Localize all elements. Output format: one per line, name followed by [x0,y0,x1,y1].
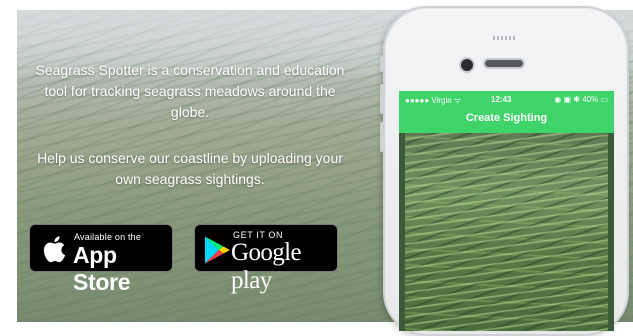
app-store-caption: Available on the [74,232,142,242]
hero-tagline: Seagrass Spotter is a conservation and e… [35,62,345,120]
status-time: 12:43 [491,95,512,104]
app-store-button[interactable]: Available on the App Store [29,224,173,295]
google-play-button[interactable]: GET IT ON Google play [194,224,338,294]
status-battery: ◉ ▣ ✱ 40% ▭ [554,95,608,104]
app-store-label: App Store [73,242,131,295]
status-carrier: ●●●●● Virgin ᯤ [405,96,462,105]
volume-down-button [380,122,384,152]
google-play-icon [205,236,230,264]
phone-mockup: ●●●●● Virgin ᯤ 12:43 ◉ ▣ ✱ 40% ▭ Create … [380,6,629,336]
apple-icon [43,236,66,263]
earpiece-speaker [485,60,523,67]
nav-title: Create Sighting [465,112,548,124]
phone-screen: ●●●●● Virgin ᯤ 12:43 ◉ ▣ ✱ 40% ▭ Create … [399,91,614,331]
status-bar: ●●●●● Virgin ᯤ 12:43 ◉ ▣ ✱ 40% ▭ [399,91,614,109]
app-nav-bar: Create Sighting [399,109,614,133]
google-play-label: Google play [231,239,302,294]
seagrass-photo [405,133,608,331]
front-camera-icon [461,59,473,71]
phone-sensor [493,36,517,40]
mute-switch [380,56,384,72]
volume-up-button [380,84,384,114]
hero-help-text: Help us conserve our coastline by upload… [37,150,343,187]
